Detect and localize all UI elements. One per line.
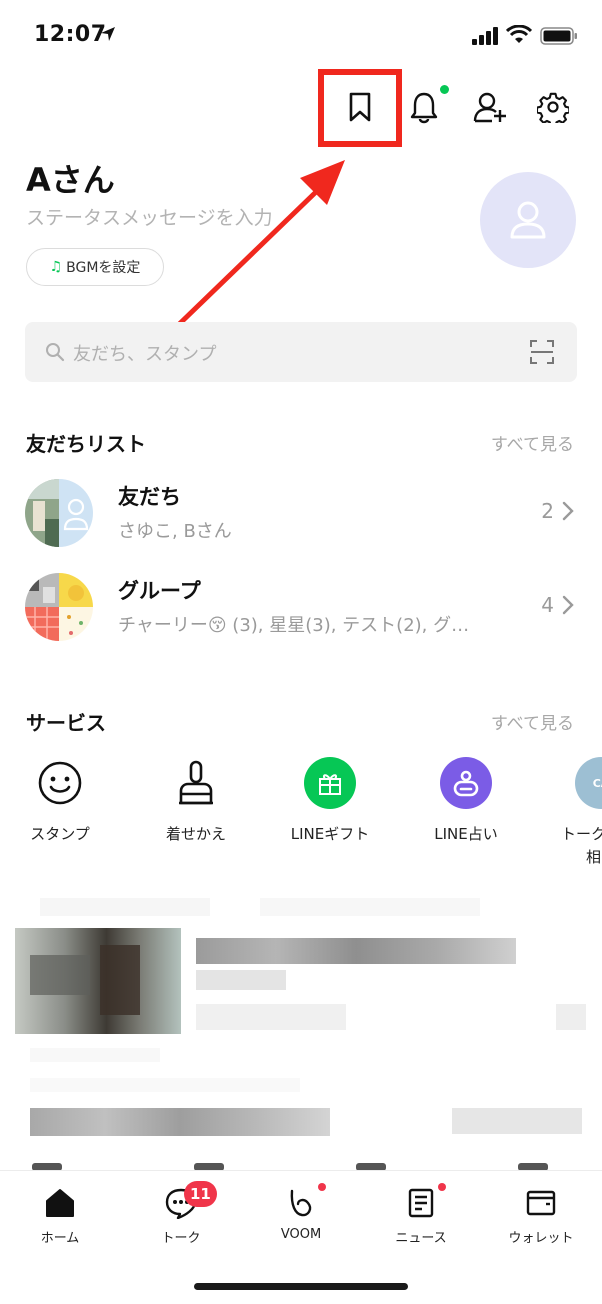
service-label: スタンプ [30,825,90,843]
service-talk-care[interactable]: CA トーク 相 [540,757,602,867]
service-label: LINEギフト [290,825,370,843]
groups-row-count: 4 [541,593,554,617]
bgm-button[interactable]: ♫ BGMを設定 [26,248,164,286]
qr-scan-icon[interactable] [529,339,555,365]
music-note-icon: ♫ [49,259,63,275]
friends-row-title: 友だち [118,485,181,509]
tab-talk[interactable]: 11 トーク [126,1181,236,1246]
tab-wallet-label: ウォレット [508,1231,574,1246]
tab-news[interactable]: ニュース [366,1183,476,1246]
home-indicator[interactable] [194,1283,408,1290]
tab-home-label: ホーム [40,1231,80,1246]
service-label: 着せかえ [165,825,226,843]
voom-new-dot [318,1183,326,1191]
voom-icon [290,1189,312,1217]
smiley-icon [38,761,82,805]
services-section-title: サービス [26,711,106,735]
friends-section-title: 友だちリスト [26,432,146,456]
talk-care-icon: CA [592,776,602,790]
groups-row-subtitle: チャーリー😚 (3), 星星(3), テスト(2), グ… [118,615,470,636]
fortune-icon [453,770,479,797]
news-icon [408,1188,434,1218]
groups-avatar [25,573,93,641]
groups-row-title: グループ [118,579,201,603]
unread-badge: 11 [184,1181,217,1207]
service-label-line2: 相 [586,848,602,866]
tab-voom[interactable]: VOOM [246,1183,356,1242]
services-see-all-link[interactable]: すべて見る [491,709,574,734]
groups-row[interactable]: グループ チャーリー😚 (3), 星星(3), テスト(2), グ… 4 [0,573,602,653]
service-label: LINE占い [434,825,498,843]
friends-avatar [25,479,93,547]
tab-home[interactable]: ホーム [5,1183,115,1246]
wallet-icon [526,1190,556,1216]
status-message-input[interactable]: ステータスメッセージを入力 [26,203,273,230]
search-bar[interactable]: 友だち、スタンプ [25,322,577,382]
service-label: トーク [561,825,602,843]
bgm-label: BGMを設定 [66,260,141,276]
tab-news-label: ニュース [395,1231,447,1246]
service-theme[interactable]: 着せかえ [136,757,256,844]
tab-voom-label: VOOM [280,1227,322,1242]
brush-icon [179,760,213,805]
service-stamp[interactable]: スタンプ [0,757,120,844]
friends-row-count: 2 [541,499,554,523]
friends-row-subtitle: さゆこ, Bさん [118,521,232,542]
profile-name[interactable]: Aさん [26,155,115,201]
service-gift[interactable]: LINEギフト [270,757,390,844]
tab-wallet[interactable]: ウォレット [486,1183,596,1246]
search-icon [46,343,65,362]
person-placeholder-icon [510,201,546,239]
friends-row[interactable]: 友だち さゆこ, Bさん 2 [0,479,602,559]
news-new-dot [438,1183,446,1191]
chevron-right-icon [562,595,574,615]
home-icon [46,1189,74,1217]
friends-see-all-link[interactable]: すべて見る [491,430,574,455]
tab-talk-label: トーク [161,1231,201,1246]
search-input[interactable]: 友だち、スタンプ [73,340,216,366]
profile-avatar[interactable] [480,172,576,268]
service-fortune[interactable]: LINE占い [406,757,526,844]
gift-icon [319,774,341,795]
chevron-right-icon [562,501,574,521]
